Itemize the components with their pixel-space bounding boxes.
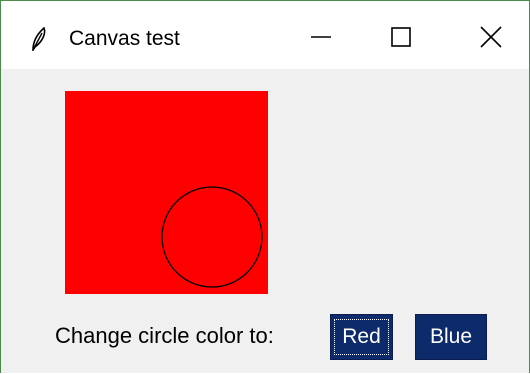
red-button-label: Red	[342, 325, 381, 348]
title-bar[interactable]: Canvas test	[1, 1, 529, 69]
blue-button-label: Blue	[429, 325, 473, 348]
red-button[interactable]: Red	[330, 314, 393, 360]
drawing-canvas[interactable]	[65, 91, 268, 294]
maximize-icon	[389, 25, 413, 54]
close-button[interactable]	[461, 15, 521, 63]
maximize-button[interactable]	[371, 15, 431, 63]
close-icon	[479, 25, 503, 54]
color-prompt-label: Change circle color to:	[55, 323, 274, 348]
app-window: Canvas test Change circle color to: Red …	[0, 0, 530, 373]
circle-shape	[161, 186, 263, 288]
minimize-icon	[309, 25, 333, 54]
blue-button[interactable]: Blue	[415, 314, 487, 360]
feather-icon	[27, 26, 51, 53]
minimize-button[interactable]	[291, 15, 351, 63]
window-title: Canvas test	[69, 27, 180, 50]
